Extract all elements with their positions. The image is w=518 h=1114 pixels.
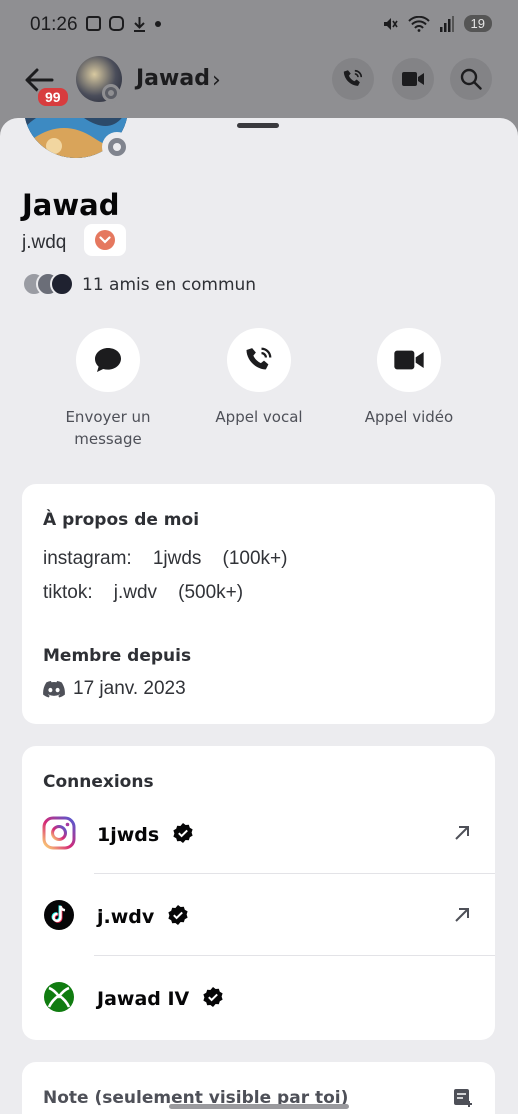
header-username[interactable]: Jawad (136, 66, 210, 91)
video-call-button[interactable] (392, 58, 434, 100)
divider (94, 792, 495, 874)
add-note-icon[interactable] (453, 1088, 473, 1108)
unread-count-badge: 99 (36, 86, 70, 108)
screenshot-icon (86, 16, 101, 31)
battery-indicator: 19 (463, 15, 492, 32)
search-icon (460, 68, 482, 90)
profile-sheet: Jawad j.wdq 11 amis en commun Envoyer un… (0, 118, 518, 1114)
wifi-icon (407, 15, 430, 32)
bio-line: instagram: 1jwds (100k+) (43, 548, 288, 569)
instagram-notification-icon (109, 16, 124, 31)
video-call-action-button[interactable] (377, 328, 441, 392)
mute-icon (383, 17, 398, 30)
profile-status-indicator (102, 132, 132, 162)
send-message-button[interactable] (76, 328, 140, 392)
voice-call-action-button[interactable] (227, 328, 291, 392)
voice-call-label: Appel vocal (215, 408, 303, 426)
status-bar: 01:26 19 (0, 0, 518, 52)
connection-row-xbox[interactable]: Jawad IV (22, 956, 495, 1038)
xbox-icon (44, 982, 74, 1012)
about-card: À propos de moi instagram: 1jwds (100k+)… (22, 484, 495, 724)
send-message-action[interactable]: Envoyer un message (43, 328, 173, 450)
connections-card: Connexions 1jwds j.wdv Jawad IV (22, 746, 495, 1040)
profile-username[interactable]: j.wdq (22, 232, 66, 254)
more-notifications-dot (155, 21, 161, 27)
download-icon (134, 17, 145, 32)
notification-icons (86, 16, 161, 33)
video-call-label: Appel vidéo (364, 408, 454, 426)
status-right-icons: 19 (382, 15, 492, 32)
about-title: À propos de moi (43, 510, 200, 530)
connection-name-text: Jawad IV (97, 988, 190, 1010)
instagram-icon (42, 816, 76, 850)
connection-name: Jawad IV (97, 986, 224, 1010)
video-call-action[interactable]: Appel vidéo (344, 328, 474, 428)
member-since-title: Membre depuis (43, 646, 192, 666)
member-since-date: 17 janv. 2023 (73, 678, 186, 699)
sheet-drag-handle[interactable] (237, 123, 279, 128)
discord-logo-icon (43, 681, 65, 698)
divider (94, 874, 495, 956)
header-status-indicator (102, 84, 120, 102)
badge-icon (95, 230, 115, 250)
bio-line: tiktok: j.wdv (500k+) (43, 582, 244, 603)
mutual-friends-count[interactable]: 11 amis en commun (82, 275, 256, 295)
gesture-navigation-bar[interactable] (169, 1104, 349, 1109)
profile-display-name: Jawad (22, 188, 120, 222)
phone-call-icon (246, 347, 272, 370)
voice-call-button[interactable] (332, 58, 374, 100)
phone-call-icon (343, 69, 363, 86)
chevron-right-icon: › (212, 68, 221, 93)
mutual-friends-avatars[interactable] (22, 272, 76, 296)
video-camera-icon (402, 72, 424, 86)
status-time: 01:26 (30, 14, 78, 35)
video-camera-icon (394, 350, 424, 370)
signal-icon (439, 15, 454, 32)
connections-title: Connexions (43, 772, 154, 792)
search-button[interactable] (450, 58, 492, 100)
nitro-badge[interactable] (84, 224, 126, 256)
chat-bubble-icon (95, 348, 121, 372)
verified-check-icon (203, 987, 223, 1007)
tiktok-icon (44, 900, 74, 930)
voice-call-action[interactable]: Appel vocal (194, 328, 324, 428)
send-message-label: Envoyer un message (65, 408, 151, 448)
mutual-avatar (50, 272, 74, 296)
dm-header: 99 Jawad › (0, 52, 518, 112)
